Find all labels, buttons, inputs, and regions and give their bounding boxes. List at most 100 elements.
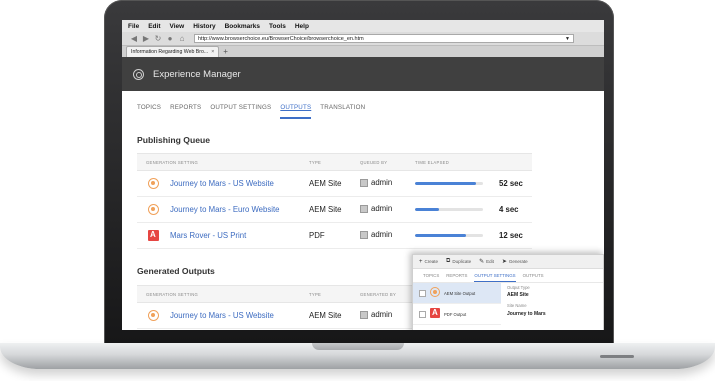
panel-tab-topics[interactable]: TOPICS <box>423 273 439 282</box>
generate-icon: ➤ <box>501 259 507 265</box>
row-name-link[interactable]: Mars Rover - US Print <box>170 231 246 240</box>
back-icon[interactable]: ◀ <box>128 34 140 43</box>
stop-icon[interactable]: ● <box>164 34 176 43</box>
new-tab-icon[interactable]: + <box>223 47 228 57</box>
publishing-queue-title: Publishing Queue <box>137 135 211 145</box>
aem-site-icon <box>148 204 159 215</box>
site-name-value: Journey to Mars <box>507 311 546 317</box>
progress-bar <box>415 208 483 211</box>
row-user: admin <box>360 204 392 213</box>
row-name-link[interactable]: Journey to Mars - US Website <box>170 311 274 320</box>
panel-tabs: TOPICS REPORTS OUTPUT SETTINGS OUTPUTS <box>413 269 603 283</box>
menu-edit[interactable]: Edit <box>148 23 160 30</box>
col-type[interactable]: TYPE <box>309 160 321 165</box>
user-icon <box>360 310 368 319</box>
row-user: admin <box>360 310 392 319</box>
table-row[interactable]: Mars Rover - US Print PDF admin 12 sec <box>137 223 532 249</box>
panel-toolbar: + Create ⧉ Duplicate ✎ Edit ➤ Generate <box>413 255 603 269</box>
create-label: Create <box>424 259 439 264</box>
pencil-icon: ✎ <box>479 259 485 265</box>
forward-icon[interactable]: ▶ <box>140 34 152 43</box>
panel-detail: Output Type AEM Site Site Name Journey t… <box>503 283 603 325</box>
tab-output-settings[interactable]: OUTPUT SETTINGS <box>210 104 271 115</box>
col-time-elapsed[interactable]: TIME ELAPSED <box>415 160 449 165</box>
row-type: AEM Site <box>309 205 342 214</box>
progress-bar <box>415 182 483 185</box>
col-generated-by[interactable]: GENERATED BY <box>360 292 396 297</box>
aem-site-icon <box>148 178 159 189</box>
close-icon[interactable]: × <box>211 47 214 57</box>
reload-icon[interactable]: ↻ <box>152 34 164 43</box>
user-icon <box>360 204 368 213</box>
row-checkbox[interactable] <box>419 290 426 297</box>
pdf-icon <box>148 230 159 241</box>
pdf-icon <box>430 308 440 318</box>
col-generation-setting[interactable]: GENERATION SETTING <box>146 292 198 297</box>
tab-outputs[interactable]: OUTPUTS <box>280 104 312 119</box>
list-item-label: PDF Output <box>444 312 467 317</box>
publishing-queue-table: GENERATION SETTING TYPE QUEUED BY TIME E… <box>137 153 532 249</box>
row-checkbox[interactable] <box>419 311 426 318</box>
row-elapsed: 52 sec <box>499 179 523 188</box>
duplicate-label: Duplicate <box>452 259 472 264</box>
user-icon <box>360 178 368 187</box>
table-row[interactable]: Journey to Mars - Euro Website AEM Site … <box>137 197 532 223</box>
tab-reports[interactable]: REPORTS <box>170 104 201 115</box>
laptop-notch <box>312 343 404 350</box>
browser-tabbar: Information Regarding Web Bro... × + <box>122 46 604 57</box>
row-name-link[interactable]: Journey to Mars - US Website <box>170 179 274 188</box>
aem-site-icon <box>148 310 159 321</box>
table-row[interactable]: Journey to Mars - US Website AEM Site ad… <box>137 171 532 197</box>
panel-body: AEM Site Output PDF Output Output Type A… <box>413 283 603 325</box>
panel-tab-reports[interactable]: REPORTS <box>446 273 467 282</box>
tab-topics[interactable]: TOPICS <box>137 104 161 115</box>
tab-translation[interactable]: TRANSLATION <box>320 104 365 115</box>
row-type: AEM Site <box>309 179 342 188</box>
panel-tab-output-settings[interactable]: OUTPUT SETTINGS <box>474 273 516 282</box>
col-type[interactable]: TYPE <box>309 292 321 297</box>
experience-manager-logo-icon[interactable] <box>133 68 144 80</box>
menu-bookmarks[interactable]: Bookmarks <box>225 23 260 30</box>
browser-screen: File Edit View History Bookmarks Tools H… <box>122 20 604 330</box>
menu-tools[interactable]: Tools <box>269 23 286 30</box>
list-item[interactable]: PDF Output <box>413 304 501 325</box>
menu-history[interactable]: History <box>193 23 215 30</box>
generated-outputs-title: Generated Outputs <box>137 266 215 276</box>
list-item[interactable]: AEM Site Output <box>413 283 501 304</box>
create-button[interactable]: + Create <box>419 259 438 265</box>
chevron-down-icon[interactable]: ▼ <box>565 35 570 44</box>
home-icon[interactable]: ⌂ <box>176 34 188 43</box>
col-queued-by[interactable]: QUEUED BY <box>360 160 387 165</box>
tab-title: Information Regarding Web Bro... <box>131 49 209 55</box>
aem-site-icon <box>430 287 440 297</box>
table-header: GENERATION SETTING TYPE QUEUED BY TIME E… <box>137 154 532 171</box>
app-title: Experience Manager <box>153 68 241 80</box>
laptop-base <box>0 343 715 369</box>
output-settings-panel: + Create ⧉ Duplicate ✎ Edit ➤ Generate TOPIC… <box>412 254 604 330</box>
list-item-label: AEM Site Output <box>444 291 476 296</box>
duplicate-button[interactable]: ⧉ Duplicate <box>446 258 471 265</box>
progress-fill <box>415 182 477 185</box>
edit-button[interactable]: ✎ Edit <box>479 258 494 265</box>
plus-icon: + <box>419 258 423 265</box>
row-user-name: admin <box>371 204 393 213</box>
row-name-link[interactable]: Journey to Mars - Euro Website <box>170 205 280 214</box>
output-type-value: AEM Site <box>507 292 529 298</box>
row-elapsed: 4 sec <box>499 205 519 214</box>
user-icon <box>360 230 368 239</box>
progress-fill <box>415 208 439 211</box>
generate-button[interactable]: ➤ Generate <box>502 258 528 265</box>
menu-file[interactable]: File <box>128 23 139 30</box>
row-user-name: admin <box>371 310 393 319</box>
panel-tab-outputs[interactable]: OUTPUTS <box>523 273 544 282</box>
edit-label: Edit <box>486 259 494 264</box>
col-generation-setting[interactable]: GENERATION SETTING <box>146 160 198 165</box>
menu-help[interactable]: Help <box>295 23 309 30</box>
menu-view[interactable]: View <box>169 23 184 30</box>
browser-menubar: File Edit View History Bookmarks Tools H… <box>122 20 604 32</box>
progress-bar <box>415 234 483 237</box>
row-type: PDF <box>309 231 325 240</box>
browser-tab[interactable]: Information Regarding Web Bro... × <box>126 46 220 57</box>
url-input[interactable]: http://www.browserchoice.eu/BrowserChoic… <box>194 34 574 43</box>
row-user: admin <box>360 178 392 187</box>
